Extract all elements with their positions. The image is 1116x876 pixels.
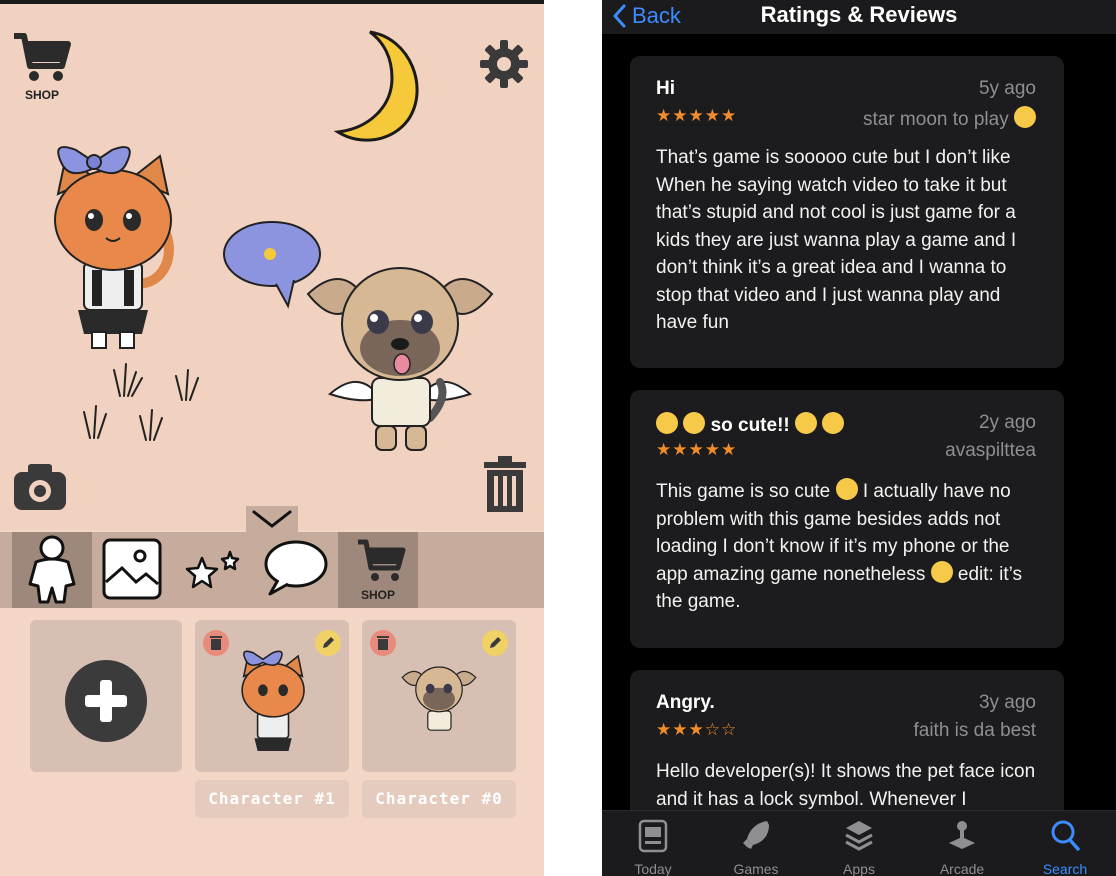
today-icon <box>638 819 668 853</box>
tab-today[interactable]: Today <box>602 811 704 876</box>
review-body: This game is so cute I actually have no … <box>656 478 1040 616</box>
shop-button[interactable]: SHOP <box>12 28 72 104</box>
character-card[interactable] <box>362 620 516 772</box>
character-name: Character #1 <box>195 780 349 818</box>
tab-games-label: Games <box>733 861 779 876</box>
pencil-icon <box>323 637 334 648</box>
cart-icon <box>14 33 71 81</box>
blushing-smile-emoji-icon <box>930 560 953 583</box>
tab-background[interactable] <box>92 532 172 608</box>
review-author: star moon to play <box>863 106 1036 131</box>
camera-icon[interactable] <box>12 462 68 512</box>
cat-character[interactable] <box>36 134 186 354</box>
grass-decoration <box>83 363 199 441</box>
tab-apps-label: Apps <box>843 861 875 876</box>
tab-shop[interactable]: SHOP <box>338 532 418 608</box>
game-screen: SHOP SHOP Character #1 Character #0 <box>0 0 544 876</box>
silly-face-emoji-icon <box>1014 106 1036 128</box>
tab-search[interactable]: Search <box>1014 811 1116 876</box>
edit-character-button[interactable] <box>315 630 341 656</box>
review-title: Angry. <box>656 692 715 713</box>
delete-character-button[interactable] <box>203 630 229 656</box>
navigation-bar: Back Ratings & Reviews <box>602 0 1116 34</box>
tab-arcade[interactable]: Arcade <box>911 811 1013 876</box>
review-body: That’s game is sooooo cute but I don’t l… <box>656 147 1017 333</box>
reviews-screen: Back Ratings & Reviews Hi 5y ago ★★★★★ s… <box>602 0 1116 876</box>
pleading-face-emoji-icon <box>795 412 818 434</box>
character-card[interactable] <box>195 620 349 772</box>
review-title-text: so cute!! <box>710 415 790 436</box>
moon-icon <box>333 30 419 142</box>
trash-icon <box>210 636 222 650</box>
search-icon <box>1051 820 1080 851</box>
review-card[interactable]: so cute!! 2y ago ★★★★★ avaspilttea This … <box>630 390 1064 648</box>
cat-character-thumbnail <box>241 650 305 751</box>
cart-icon <box>358 539 406 581</box>
character-list: Character #1 Character #0 <box>0 608 544 876</box>
review-body-part: This game is so cute <box>656 481 831 502</box>
tab-stickers[interactable] <box>174 532 254 608</box>
tab-apps[interactable]: Apps <box>808 811 910 876</box>
tab-character[interactable] <box>12 532 92 608</box>
speech-bubble-icon <box>264 540 328 596</box>
tab-games[interactable]: Games <box>705 811 807 876</box>
layers-icon <box>845 821 873 851</box>
review-title: Hi <box>656 78 675 99</box>
star-rating: ★★★★★ <box>656 106 738 125</box>
gear-icon[interactable] <box>480 40 528 88</box>
delete-character-button[interactable] <box>370 630 396 656</box>
tab-shop-label: SHOP <box>360 588 395 602</box>
review-author: avaspilttea <box>945 440 1036 461</box>
add-character-button[interactable] <box>30 620 182 772</box>
review-card[interactable]: Hi 5y ago ★★★★★ star moon to play That’s… <box>630 56 1064 368</box>
game-tabbar: SHOP <box>0 532 544 608</box>
shop-label: SHOP <box>24 88 59 102</box>
joystick-icon <box>949 821 975 849</box>
review-date: 2y ago <box>978 412 1036 433</box>
pleading-face-emoji-icon <box>683 412 706 434</box>
image-icon <box>102 538 162 600</box>
smiling-hearts-emoji-icon <box>835 478 858 500</box>
smiling-hearts-emoji-icon <box>822 412 845 434</box>
trash-icon[interactable] <box>482 456 528 512</box>
page-title: Ratings & Reviews <box>760 2 958 27</box>
review-body: Hello developer(s)! It shows the pet fac… <box>656 761 1036 810</box>
review-author-name: star moon to play <box>862 109 1009 130</box>
chevron-down-icon <box>252 510 292 528</box>
review-date: 3y ago <box>978 692 1036 713</box>
star-rating: ★★★☆☆ <box>656 720 738 739</box>
trash-icon <box>377 636 389 650</box>
plus-icon <box>65 660 147 742</box>
tab-arcade-label: Arcade <box>939 861 985 876</box>
review-title: so cute!! <box>656 412 845 437</box>
character-name: Character #0 <box>362 780 516 818</box>
edit-character-button[interactable] <box>482 630 508 656</box>
tab-speech[interactable] <box>256 532 336 608</box>
tab-search-label: Search <box>1042 861 1088 876</box>
person-icon <box>28 535 76 604</box>
pencil-icon <box>490 637 501 648</box>
review-author: faith is da best <box>913 720 1036 741</box>
rocket-icon <box>743 821 769 849</box>
stars-icon <box>185 550 240 589</box>
review-date: 5y ago <box>978 78 1036 99</box>
collapse-panel-button[interactable] <box>246 506 298 532</box>
smiling-hearts-emoji-icon <box>656 412 678 434</box>
dog-character[interactable] <box>300 248 500 468</box>
star-rating: ★★★★★ <box>656 440 738 459</box>
dog-character-thumbnail <box>401 666 477 731</box>
app-store-tabbar: Today Games Apps Arcade Search <box>602 810 1116 876</box>
tab-today-label: Today <box>634 861 672 876</box>
